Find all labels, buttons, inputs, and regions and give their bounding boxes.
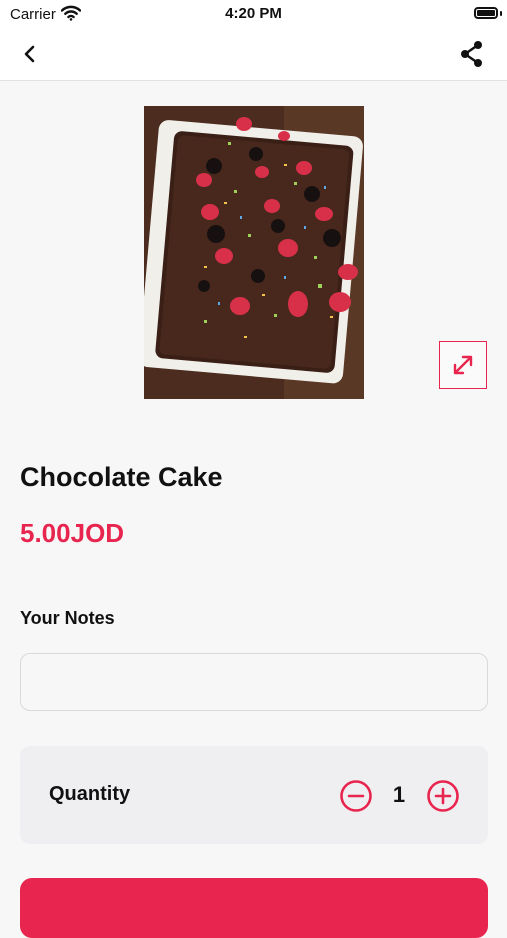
share-icon <box>461 41 482 67</box>
quantity-label: Quantity <box>49 783 131 805</box>
notes-label: Your Notes <box>20 608 115 628</box>
increase-quantity-button[interactable] <box>426 779 460 813</box>
battery-icon <box>474 7 498 19</box>
navigation-bar <box>0 30 507 81</box>
quantity-card: Quantity 1 <box>20 746 488 844</box>
product-price: 5.00JOD <box>20 518 125 548</box>
add-to-cart-button[interactable] <box>20 878 488 938</box>
battery-nub <box>500 11 502 16</box>
product-image[interactable] <box>144 106 364 399</box>
back-button[interactable] <box>16 40 44 68</box>
decrease-quantity-button[interactable] <box>339 779 373 813</box>
plus-circle-icon <box>427 780 459 812</box>
status-time: 4:20 PM <box>225 5 282 22</box>
quantity-value: 1 <box>392 782 406 807</box>
status-bar: Carrier 4:20 PM <box>0 0 507 30</box>
chevron-left-icon <box>24 45 35 63</box>
notes-input[interactable] <box>20 653 488 711</box>
expand-arrows-icon <box>453 355 473 375</box>
expand-image-button[interactable] <box>439 341 487 389</box>
minus-circle-icon <box>340 780 372 812</box>
share-button[interactable] <box>457 39 487 69</box>
product-name: Chocolate Cake <box>20 462 223 492</box>
